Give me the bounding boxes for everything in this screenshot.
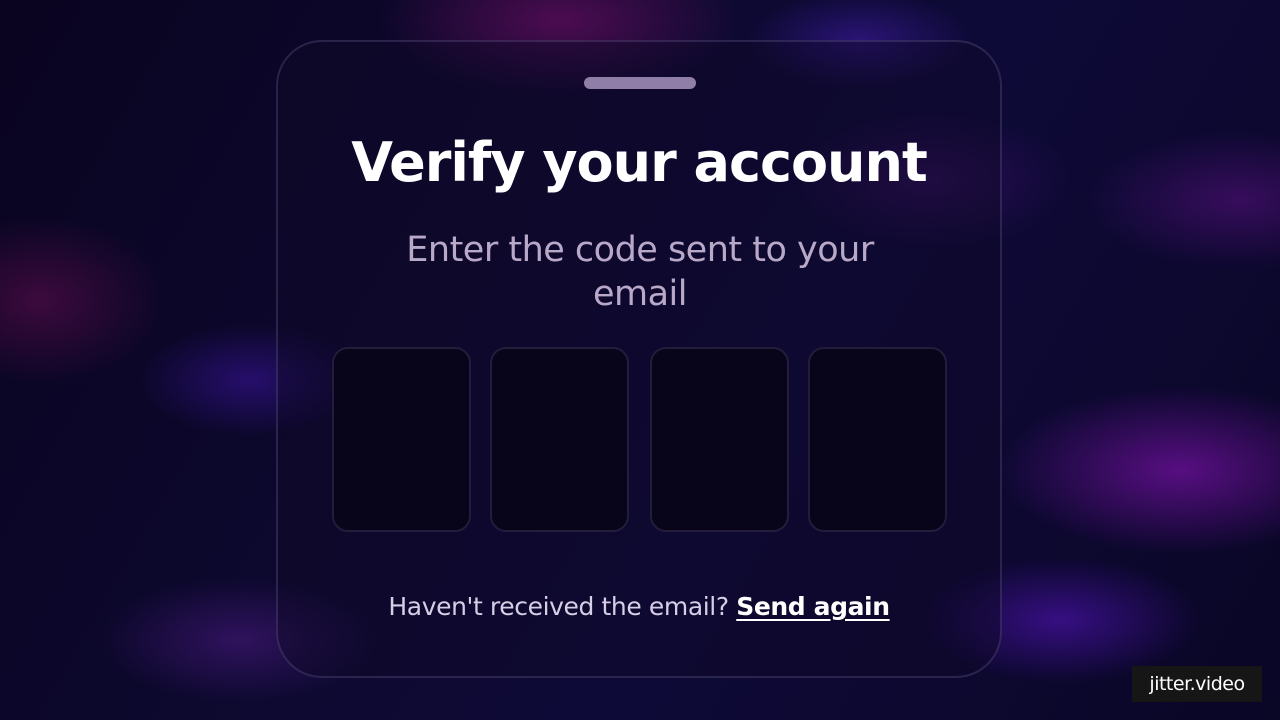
resend-prompt: Haven't received the email?: [388, 592, 729, 621]
code-digit-input-2[interactable]: [490, 347, 629, 532]
drag-handle[interactable]: [584, 77, 696, 89]
modal-title: Verify your account: [351, 131, 928, 194]
code-digit-input-1[interactable]: [332, 347, 471, 532]
jitter-watermark: jitter.video: [1132, 666, 1262, 702]
code-digit-input-3[interactable]: [650, 347, 789, 532]
modal-subtitle: Enter the code sent to your email: [406, 230, 874, 314]
resend-row: Haven't received the email? Send again: [276, 590, 1002, 624]
send-again-link[interactable]: Send again: [736, 592, 890, 621]
code-digit-input-4[interactable]: [808, 347, 947, 532]
